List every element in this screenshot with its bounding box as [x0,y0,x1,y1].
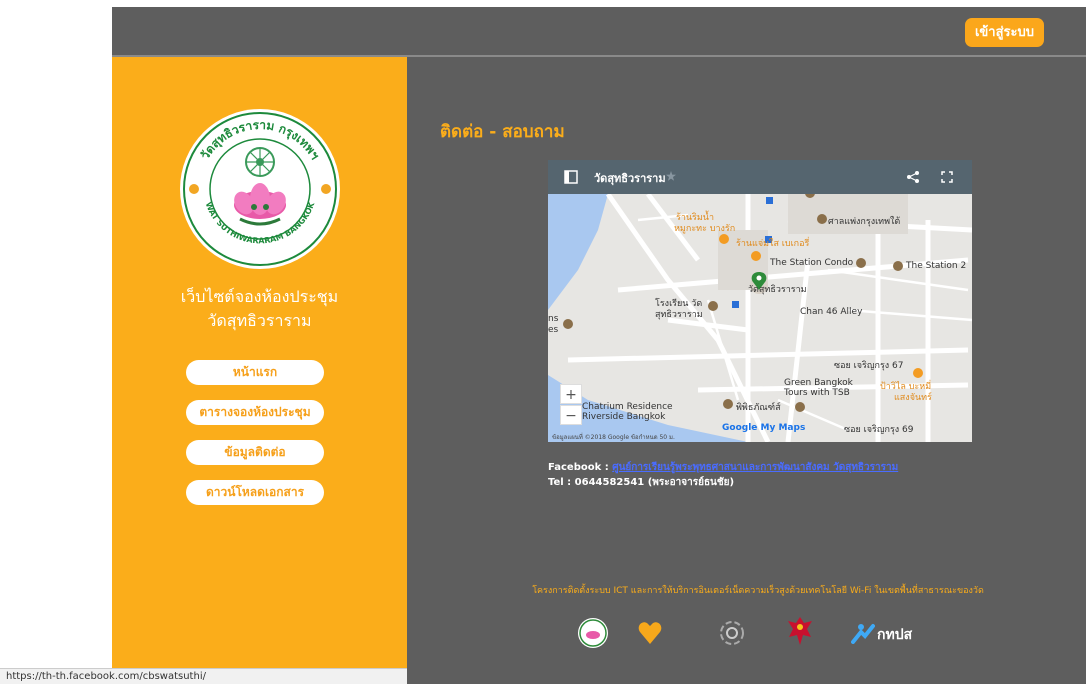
zoom-out-button[interactable]: − [560,405,582,425]
map-label: ศาลแพ่งกรุงเทพใต้ [828,217,901,227]
map-copyright: ข้อมูลแผนที่ ©2018 Google ข้อกำหนด 50 ม. [552,434,675,441]
page-title: ติดต่อ - สอบถาม [440,122,565,142]
facebook-link[interactable]: ศูนย์การเรียนรู้พระพุทธศาสนาและการพัฒนาส… [612,462,898,473]
embedded-map[interactable]: ร้านริมน้ำ หมูกะทะ บางรัก ศาลแพ่งกรุงเทพ… [548,160,972,442]
map-label: หมูกะทะ บางรัก [674,224,736,234]
map-header: วัดสุทธิวราราม [548,160,972,194]
heart-partner-logo [638,622,662,644]
map-label: Chan 46 Alley [800,307,863,317]
share-icon[interactable] [906,171,920,183]
site-title: เว็บไซต์จองห้องประชุม วัดสุทธิวราราม [112,285,407,333]
status-bar-url: https://th-th.facebook.com/cbswatsuthi/ [0,668,407,684]
nav-contact-button[interactable]: ข้อมูลติดต่อ [186,440,324,465]
nbtc-partner-logo: กทปส [851,622,921,646]
map-label: พิพิธภัณฑ์ส์ [736,403,781,413]
sidebar-toggle-icon[interactable] [564,170,578,184]
footer-note: โครงการติดตั้งระบบ ICT และการให้บริการอิ… [532,586,984,596]
map-label: ร้านแจ่มใส เบเกอรี่ [736,239,810,249]
nav-home-button[interactable]: หน้าแรก [186,360,324,385]
map-label: Tours with TSB [784,388,850,398]
map-label: Riverside Bangkok [582,412,666,422]
nav-download-button[interactable]: ดาวน์โหลดเอกสาร [186,480,324,505]
map-label: ซอย เจริญกรุง 67 [834,361,904,371]
map-label: วัดสุทธิวราราม [748,285,807,295]
sidebar: วัดสุทธิวราราม กรุงเทพฯ WAT SUTHIWARARAM… [112,57,407,684]
fullscreen-icon[interactable] [941,171,953,183]
map-label: Google My Maps [722,423,806,433]
map-label: Chatrium Residence [582,402,673,412]
map-label: The Station Condo [770,258,854,268]
swirl-partner-logo [720,621,744,645]
map-label: The Station 2 [906,261,967,271]
temple-partner-logo [578,618,608,648]
map-label: es [548,325,559,335]
facebook-label: Facebook : [548,462,609,473]
nbtc-label: กทปส [877,627,913,643]
site-title-line1: เว็บไซต์จองห้องประชุม [180,287,339,306]
map-title: วัดสุทธิวราราม [594,172,666,185]
top-bar [112,7,1086,55]
login-button[interactable]: เข้าสู่ระบบ [965,18,1044,47]
map-label: สุทธิวราราม [655,310,703,320]
temple-logo: วัดสุทธิวราราม กรุงเทพฯ WAT SUTHIWARARAM… [180,109,340,269]
star-icon[interactable] [666,171,676,181]
map-label: Green Bangkok [784,378,853,388]
map-label: แสงจันทร์ [894,393,932,403]
tel-line: Tel : 0644582541 (พระอาจารย์ธนชัย) [548,477,735,488]
map-label: ns [548,314,559,324]
nav-schedule-button[interactable]: ตารางจองห้องประชุม [186,400,324,425]
map-label: ซอย เจริญกรุง 69 [844,425,914,435]
facebook-line: Facebook : ศูนย์การเรียนรู้พระพุทธศาสนาแ… [548,460,898,475]
nbtc-icon [851,624,875,644]
site-title-line2: วัดสุทธิวราราม [207,311,312,330]
garuda-partner-logo [788,617,812,645]
zoom-in-button[interactable]: + [560,384,582,404]
